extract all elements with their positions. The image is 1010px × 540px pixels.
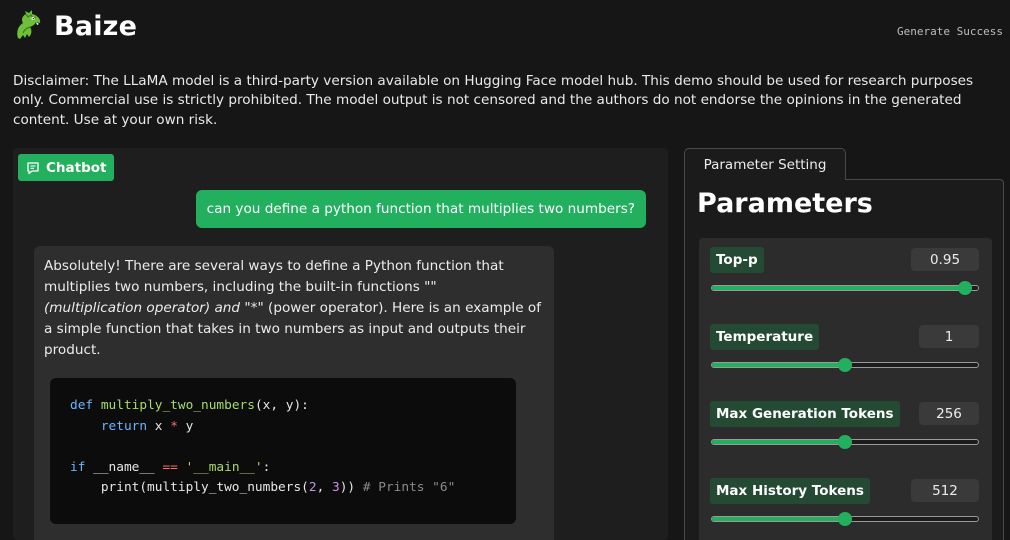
code-block[interactable]: def multiply_two_numbers(x, y): return x… — [50, 378, 516, 524]
param-value-input[interactable]: 256 — [919, 402, 979, 425]
code-number: 2 — [308, 480, 317, 495]
slider-track[interactable] — [711, 358, 979, 372]
bot-text-segment: *" (power operator). Here is an example … — [250, 300, 542, 316]
slider-fill — [712, 286, 965, 290]
bot-text-line: (multiplication operator) and "*" (power… — [44, 298, 544, 319]
user-message: can you define a python function that mu… — [195, 190, 646, 228]
generation-status: Generate Success — [897, 25, 1003, 38]
code-token: : — [262, 459, 271, 475]
param-max-generation-tokens: Max Generation Tokens 256 — [699, 392, 992, 469]
param-label: Max History Tokens — [710, 478, 870, 504]
app-title: Baize — [54, 10, 138, 42]
disclaimer-text: Disclaimer: The LLaMA model is a third-p… — [13, 73, 974, 128]
slider-thumb[interactable] — [957, 281, 972, 295]
code-string: '__main__' — [177, 459, 263, 475]
bot-text-line: product. — [44, 342, 101, 358]
code-token: )) — [339, 480, 363, 495]
code-operator: * — [170, 418, 178, 434]
code-keyword: return — [100, 418, 148, 434]
dragon-logo-icon — [17, 10, 41, 39]
bot-text-italic: (multiplication operator) and " — [44, 300, 251, 316]
slider-thumb[interactable] — [838, 512, 852, 526]
code-params: (x, y): — [254, 398, 309, 413]
chatbot-label-badge: Chatbot — [18, 154, 115, 181]
slider-fill — [712, 440, 845, 444]
slider-fill — [712, 517, 845, 521]
code-comment: # Prints "6" — [362, 480, 456, 495]
parameters-title: Parameters — [697, 188, 873, 219]
param-value-input[interactable]: 0.95 — [911, 248, 979, 271]
bot-text-line: a simple function that takes in two numb… — [44, 321, 526, 337]
param-value-input[interactable]: 512 — [911, 479, 979, 502]
chat-bubble-icon — [27, 161, 39, 174]
code-token: __name__ — [85, 459, 163, 475]
slider-fill — [712, 363, 845, 367]
bot-message-text: Absolutely! There are several ways to de… — [44, 256, 544, 361]
code-keyword: if — [70, 459, 86, 475]
code-line: def multiply_two_numbers(x, y): — [70, 396, 496, 417]
code-operator: == — [162, 459, 178, 475]
code-token: x — [147, 418, 171, 434]
param-label: Max Generation Tokens — [710, 401, 900, 427]
param-max-history-tokens: Max History Tokens 512 — [699, 469, 992, 540]
bot-text-line: multiplies two numbers, including the bu… — [44, 279, 437, 295]
parameter-panel: Parameters Top-p 0.95 Temperature 1 Max … — [684, 179, 1004, 540]
tab-parameter-setting[interactable]: Parameter Setting — [684, 148, 846, 180]
slider-track[interactable] — [711, 512, 979, 526]
param-temperature: Temperature 1 — [699, 315, 992, 392]
code-token: y — [177, 418, 194, 434]
slider-thumb[interactable] — [838, 435, 852, 449]
param-value-input[interactable]: 1 — [919, 325, 979, 348]
chatbot-label: Chatbot — [46, 159, 107, 176]
code-token: print(multiply_two_numbers( — [100, 480, 309, 495]
code-line: return x * y — [70, 417, 496, 438]
bot-text-line: Absolutely! There are several ways to de… — [44, 258, 504, 274]
slider-thumb[interactable] — [838, 358, 852, 372]
param-label: Temperature — [710, 324, 820, 350]
slider-group: Top-p 0.95 Temperature 1 Max Generation … — [699, 238, 992, 540]
chatbot-panel[interactable]: Chatbot can you define a python function… — [13, 148, 668, 540]
param-label: Top-p — [710, 247, 764, 273]
app-header: Baize — [10, 6, 137, 46]
bot-message: Absolutely! There are several ways to de… — [34, 246, 554, 540]
code-function-name: multiply_two_numbers — [100, 398, 255, 413]
code-number: 3 — [332, 480, 340, 495]
slider-track[interactable] — [711, 281, 979, 295]
code-line: if __name__ == '__main__': — [70, 458, 496, 479]
slider-track[interactable] — [711, 435, 979, 449]
code-keyword: def — [70, 398, 94, 413]
code-line: print(multiply_two_numbers(2, 3)) # Prin… — [70, 478, 496, 499]
code-token: , — [316, 480, 332, 495]
param-top-p: Top-p 0.95 — [699, 238, 992, 315]
